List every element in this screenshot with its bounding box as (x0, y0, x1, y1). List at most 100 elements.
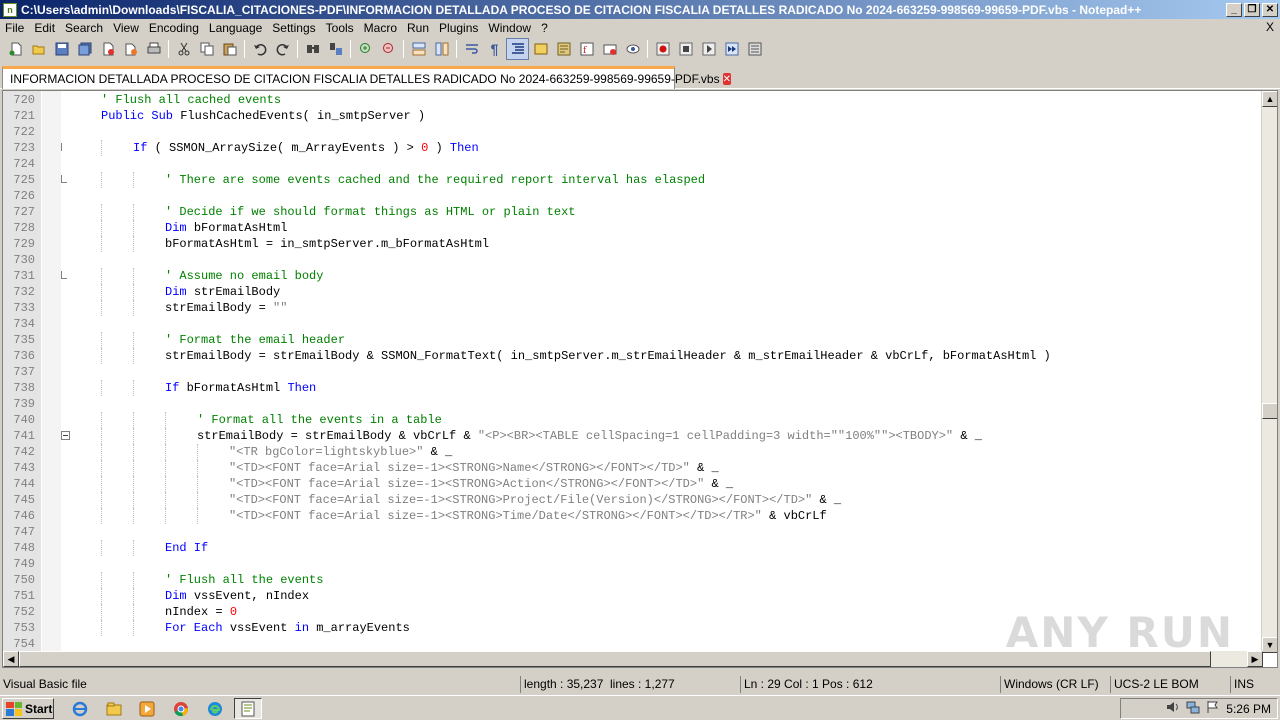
record-macro-icon[interactable] (651, 38, 674, 60)
minimize-button[interactable]: _ (1226, 2, 1242, 17)
code-line[interactable]: 728 Dim bFormatAsHtml (3, 220, 1265, 236)
code-line[interactable]: 741 strEmailBody = strEmailBody & vbCrLf … (3, 428, 1265, 444)
volume-icon[interactable] (1166, 700, 1180, 717)
word-wrap-icon[interactable] (460, 38, 483, 60)
save-icon[interactable] (50, 38, 73, 60)
code-line[interactable]: 746 "<TD><FONT face=Arial size=-1><STRONG… (3, 508, 1265, 524)
code-text[interactable]: Public Sub FlushCachedEvents( in_smtpSer… (101, 108, 425, 124)
code-text[interactable]: strEmailBody = "" (165, 300, 287, 316)
tab-close-icon[interactable]: ✕ (722, 73, 731, 85)
status-eol[interactable]: Windows (CR LF) (1000, 676, 1108, 693)
menu-help[interactable]: ? (536, 21, 553, 35)
code-line[interactable]: 725 ' There are some events cached and th… (3, 172, 1265, 188)
redo-icon[interactable] (271, 38, 294, 60)
code-line[interactable]: 733 strEmailBody = "" (3, 300, 1265, 316)
vertical-scroll-thumb[interactable] (1262, 403, 1277, 419)
chrome-icon[interactable] (169, 698, 193, 719)
network-icon[interactable] (1186, 700, 1200, 717)
status-encoding[interactable]: UCS-2 LE BOM (1110, 676, 1228, 693)
code-text[interactable]: ' Format all the events in a table (197, 412, 442, 428)
menu-run[interactable]: Run (402, 21, 434, 35)
print-icon[interactable] (142, 38, 165, 60)
replace-icon[interactable] (324, 38, 347, 60)
clock[interactable]: 5:26 PM (1226, 702, 1271, 716)
notepadpp-app-icon[interactable]: n (3, 2, 17, 17)
code-line[interactable]: 740 ' Format all the events in a table (3, 412, 1265, 428)
code-line[interactable]: 726 (3, 188, 1265, 204)
menu-edit[interactable]: Edit (29, 21, 60, 35)
code-line[interactable]: 744 "<TD><FONT face=Arial size=-1><STRONG… (3, 476, 1265, 492)
run-macro-multiple-icon[interactable] (720, 38, 743, 60)
code-line[interactable]: 743 "<TD><FONT face=Arial size=-1><STRONG… (3, 460, 1265, 476)
code-text[interactable]: ' Flush all cached events (101, 92, 281, 108)
sync-vertical-icon[interactable] (407, 38, 430, 60)
scroll-up-icon[interactable]: ▲ (1262, 91, 1277, 107)
menu-tools[interactable]: Tools (321, 21, 359, 35)
code-line[interactable]: 730 (3, 252, 1265, 268)
scroll-left-icon[interactable]: ◀ (3, 651, 19, 667)
code-line[interactable]: 750 ' Flush all the events (3, 572, 1265, 588)
close-icon[interactable] (96, 38, 119, 60)
code-text[interactable]: ' There are some events cached and the r… (165, 172, 705, 188)
save-all-icon[interactable] (73, 38, 96, 60)
code-text[interactable]: "<TD><FONT face=Arial size=-1><STRONG>Na… (229, 460, 719, 476)
code-text[interactable]: strEmailBody = strEmailBody & SSMON_Form… (165, 348, 1051, 364)
folder-as-workspace-icon[interactable] (598, 38, 621, 60)
start-button[interactable]: Start (2, 698, 54, 719)
scroll-right-icon[interactable]: ▶ (1247, 651, 1263, 667)
menu-window[interactable]: Window (483, 21, 536, 35)
code-text[interactable]: End If (165, 540, 208, 556)
menu-file[interactable]: File (0, 21, 29, 35)
code-text[interactable]: For Each vssEvent in m_arrayEvents (165, 620, 410, 636)
code-line[interactable]: 738 If bFormatAsHtml Then (3, 380, 1265, 396)
menu-plugins[interactable]: Plugins (434, 21, 483, 35)
code-text[interactable]: "<TD><FONT face=Arial size=-1><STRONG>Ac… (229, 476, 733, 492)
code-line[interactable]: 739 (3, 396, 1265, 412)
code-line[interactable]: 736 strEmailBody = strEmailBody & SSMON_F… (3, 348, 1265, 364)
action-center-flag-icon[interactable] (1206, 700, 1220, 717)
edge-icon[interactable] (203, 698, 227, 719)
menu-language[interactable]: Language (204, 21, 267, 35)
indent-guide-icon[interactable] (506, 38, 529, 60)
zoom-in-icon[interactable] (354, 38, 377, 60)
code-text[interactable]: ' Assume no email body (165, 268, 323, 284)
notepadpp-taskbar-button[interactable] (234, 698, 262, 719)
code-text[interactable]: ' Decide if we should format things as H… (165, 204, 575, 220)
media-player-icon[interactable] (135, 698, 159, 719)
code-line[interactable]: 734 (3, 316, 1265, 332)
code-line[interactable]: 724 (3, 156, 1265, 172)
internet-explorer-icon[interactable] (68, 698, 92, 719)
tab-document[interactable]: INFORMACION DETALLADA PROCESO DE CITACIO… (2, 66, 731, 89)
udl-icon[interactable] (529, 38, 552, 60)
find-icon[interactable] (301, 38, 324, 60)
zoom-out-icon[interactable] (377, 38, 400, 60)
show-all-chars-icon[interactable]: ¶ (483, 38, 506, 60)
code-line[interactable]: 735 ' Format the email header (3, 332, 1265, 348)
code-line[interactable]: 737 (3, 364, 1265, 380)
code-text[interactable]: "<TD><FONT face=Arial size=-1><STRONG>Ti… (229, 508, 827, 524)
code-text[interactable]: Dim strEmailBody (165, 284, 280, 300)
code-text[interactable]: "<TR bgColor=lightskyblue>" & _ (229, 444, 452, 460)
stop-macro-icon[interactable] (674, 38, 697, 60)
code-line[interactable]: 727 ' Decide if we should format things a… (3, 204, 1265, 220)
code-line[interactable]: 721 Public Sub FlushCachedEvents( in_smtp… (3, 108, 1265, 124)
restore-button[interactable]: ❐ (1244, 2, 1260, 17)
play-macro-icon[interactable] (697, 38, 720, 60)
code-line[interactable]: 751 Dim vssEvent, nIndex (3, 588, 1265, 604)
code-text[interactable]: "<TD><FONT face=Arial size=-1><STRONG>Pr… (229, 492, 841, 508)
menu-view[interactable]: View (108, 21, 144, 35)
code-text[interactable]: If ( SSMON_ArraySize( m_ArrayEvents ) > … (133, 140, 479, 156)
title-bar[interactable]: n C:\Users\admin\Downloads\FISCALIA_CITA… (0, 0, 1280, 19)
code-text[interactable]: nIndex = 0 (165, 604, 237, 620)
code-line[interactable]: 722 (3, 124, 1265, 140)
code-text[interactable]: ' Flush all the events (165, 572, 323, 588)
new-file-icon[interactable] (4, 38, 27, 60)
code-text[interactable]: Dim vssEvent, nIndex (165, 588, 309, 604)
menu-search[interactable]: Search (60, 21, 108, 35)
code-line[interactable]: 720 ' Flush all cached events (3, 92, 1265, 108)
paste-icon[interactable] (218, 38, 241, 60)
status-insert-mode[interactable]: INS (1230, 676, 1276, 693)
code-text[interactable]: bFormatAsHtml = in_smtpServer.m_bFormatA… (165, 236, 489, 252)
code-text[interactable]: Dim bFormatAsHtml (165, 220, 287, 236)
copy-icon[interactable] (195, 38, 218, 60)
